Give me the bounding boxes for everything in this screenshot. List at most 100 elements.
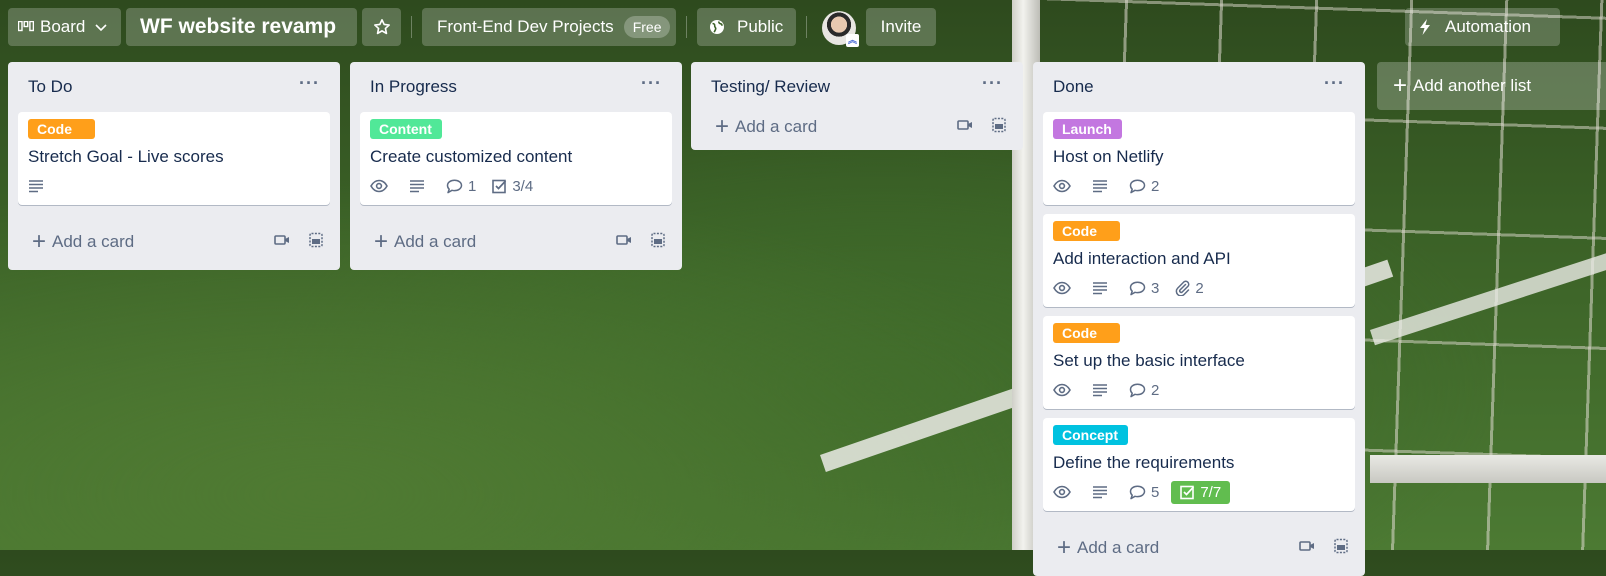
add-another-list-button[interactable]: + Add another list [1377,62,1606,110]
card-label[interactable]: Code [28,119,95,139]
card-template-icon [992,117,1006,132]
list-to-do: To Do ··· Code Stretch Goal - Live scores + A… [8,62,340,270]
video-icon [274,235,289,245]
create-from-template-button[interactable] [650,232,666,253]
header-divider [411,16,412,38]
description-icon [410,180,424,193]
automation-button[interactable]: Automation [1405,8,1560,46]
card-title: Set up the basic interface [1053,351,1245,370]
card-label[interactable]: Concept [1053,425,1128,445]
watch-icon [1053,179,1071,193]
record-video-button[interactable] [1299,539,1315,557]
watch-badge [1053,281,1076,295]
watch-badge [1053,179,1076,193]
card-title: Stretch Goal - Live scores [28,147,224,166]
list-header: To Do ··· [18,62,330,112]
description-badge [1092,179,1113,193]
description-icon [29,180,43,193]
card-label[interactable]: Launch [1053,119,1122,139]
description-icon [1093,486,1107,499]
add-card-button[interactable]: + Add a card [374,230,476,254]
card-badges: 2 [1053,175,1345,197]
card[interactable]: Launch Host on Netlify 2 [1043,112,1355,205]
add-card-actions [616,232,666,253]
comment-count: 2 [1151,381,1160,399]
workspace-name: Front-End Dev Projects [437,17,614,36]
comment-count: 1 [468,177,477,195]
card-label[interactable]: Content [370,119,442,139]
card-title: Host on Netlify [1053,147,1164,166]
list-in-progress: In Progress ··· Content Create customized c… [350,62,682,270]
card[interactable]: Content Create customized content 1 3/4 [360,112,672,205]
list-menu-icon[interactable]: ··· [1324,74,1345,100]
list-title[interactable]: In Progress [370,77,457,97]
record-video-button[interactable] [616,233,632,251]
card[interactable]: Concept Define the requirements 5 7/7 [1043,418,1355,511]
watch-badge [370,179,393,193]
description-icon [1093,180,1107,193]
list-menu-icon[interactable]: ··· [641,74,662,100]
description-badge [28,179,49,193]
add-card-row: + Add a card [701,104,1013,150]
card-template-icon [1334,538,1348,553]
header-divider [686,16,687,38]
add-card-row: + Add a card [360,214,672,270]
list-title[interactable]: Done [1053,77,1094,97]
create-from-template-button[interactable] [308,232,324,253]
star-button[interactable] [362,8,401,46]
checklist-icon [492,179,507,193]
visibility-button[interactable]: Public [697,8,796,46]
card-badges [28,175,320,197]
list-title[interactable]: To Do [28,77,72,97]
add-card-button[interactable]: + Add a card [715,115,817,139]
watch-icon [1053,485,1071,499]
comment-icon [1129,178,1146,193]
list-header: Done ··· [1043,62,1355,112]
lightning-icon [1420,19,1430,35]
card[interactable]: Code Set up the basic interface 2 [1043,316,1355,409]
comment-icon [1129,280,1146,295]
workspace-button[interactable]: Front-End Dev Projects Free [422,8,676,46]
avatar[interactable]: ︽ [822,11,859,47]
list-header: In Progress ··· [360,62,672,112]
add-card-actions [1299,538,1349,559]
board-title[interactable]: WF website revamp [126,8,357,46]
watch-icon [1053,383,1071,397]
watch-icon [370,179,388,193]
create-from-template-button[interactable] [1333,538,1349,559]
list-menu-icon[interactable]: ··· [982,74,1003,100]
create-from-template-button[interactable] [991,117,1007,138]
add-card-label: Add a card [1077,538,1160,557]
view-switcher-button[interactable]: Board [8,8,121,46]
comment-icon [1129,484,1146,499]
watch-icon [1053,281,1071,295]
description-icon [1093,282,1107,295]
record-video-button[interactable] [957,118,973,136]
plus-icon: + [715,113,730,140]
add-card-actions [274,232,324,253]
watch-badge [1053,383,1076,397]
list-menu-icon[interactable]: ··· [299,74,320,100]
comments-badge: 2 [1129,382,1159,399]
record-video-button[interactable] [274,233,290,251]
comment-count: 5 [1151,483,1160,501]
card-template-icon [651,232,665,247]
checklist-badge: 3/4 [492,178,533,195]
list-testing-review: Testing/ Review ··· + Add a card [691,62,1023,150]
invite-button[interactable]: Invite [866,8,936,46]
comment-icon [1129,382,1146,397]
comment-icon [446,178,463,193]
comment-count: 2 [1151,177,1160,195]
card-label[interactable]: Code [1053,221,1120,241]
add-card-button[interactable]: + Add a card [1057,536,1159,560]
plan-badge: Free [623,16,671,38]
plus-icon: + [1393,72,1408,99]
card-label[interactable]: Code [1053,323,1120,343]
card[interactable]: Code Add interaction and API 3 2 [1043,214,1355,307]
add-card-button[interactable]: + Add a card [32,230,134,254]
card[interactable]: Code Stretch Goal - Live scores [18,112,330,205]
description-badge [409,179,430,193]
list-title[interactable]: Testing/ Review [711,77,830,97]
video-icon [1299,541,1314,551]
description-badge [1092,485,1113,499]
